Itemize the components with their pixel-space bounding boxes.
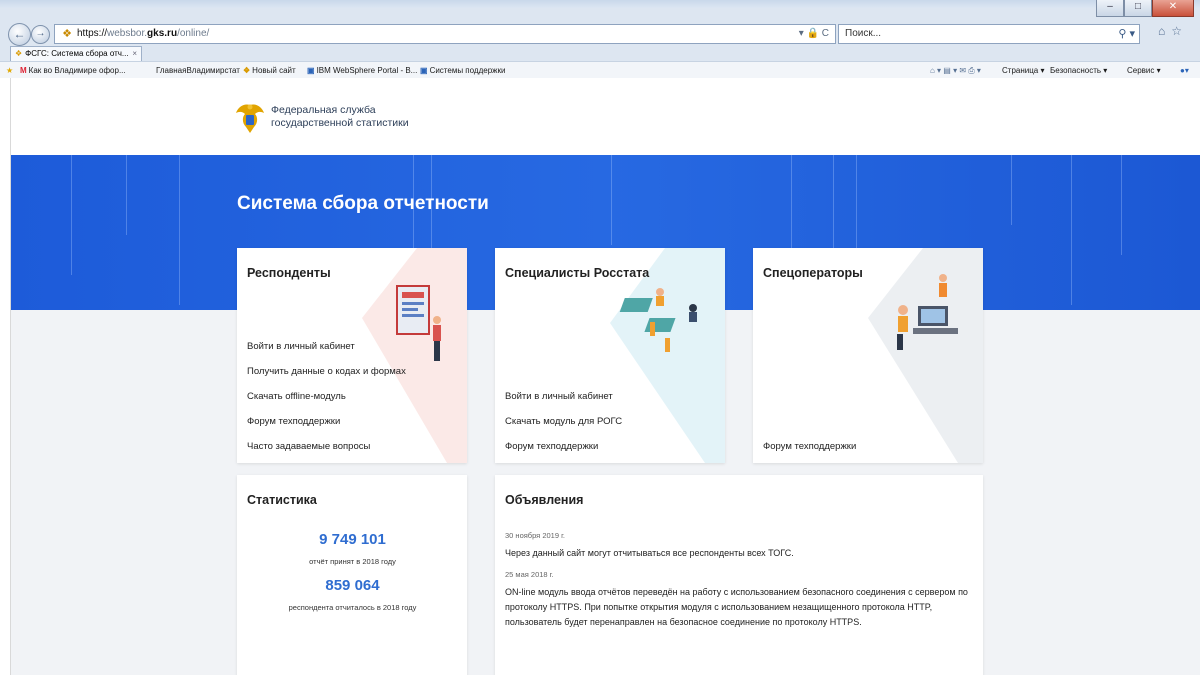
address-controls[interactable]: ▾ 🔒 C — [799, 25, 835, 43]
tab-strip: ❖ ФСГС: Система сбора отч... × — [0, 46, 1200, 61]
card-title: Респонденты — [247, 266, 331, 280]
favorite-label: Как во Владимире офор... — [28, 66, 126, 75]
card-operators: Спецоператоры Форум техподдержки — [753, 248, 983, 463]
hero-decoration — [1011, 155, 1012, 225]
link-codes-forms[interactable]: Получить данные о кодах и формах — [247, 366, 406, 377]
hero-decoration — [611, 155, 612, 245]
card-title: Объявления — [505, 493, 584, 507]
url-scheme: https:// — [77, 28, 108, 39]
hero-decoration — [179, 155, 180, 305]
hero-decoration — [1121, 155, 1122, 255]
card-announcements: Объявления 30 ноября 2019 г. Через данны… — [495, 475, 983, 675]
favorite-item-2[interactable]: ГлавнаяВладимирстат — [156, 62, 240, 79]
org-name-line2: государственной статистики — [271, 117, 409, 129]
maximize-icon[interactable]: □ — [1124, 0, 1152, 17]
minimize-icon[interactable]: – — [1096, 0, 1124, 17]
operators-illustration-icon — [868, 248, 983, 463]
hero-decoration — [71, 155, 72, 275]
tab-label: ФСГС: Система сбора отч... — [25, 49, 129, 58]
navigation-row: ← → ❖ https://websbor.gks.ru/online/ ▾ 🔒… — [0, 22, 1200, 46]
announcement-text: Через данный сайт могут отчитываться все… — [505, 548, 794, 558]
card-title: Спецоператоры — [763, 266, 863, 280]
home-icon[interactable]: ⌂☆ — [1158, 24, 1188, 38]
stat-respondents-caption: респондента отчиталось в 2018 году — [288, 603, 417, 612]
window-left-edge — [0, 78, 11, 675]
address-bar[interactable]: ❖ https://websbor.gks.ru/online/ ▾ 🔒 C — [54, 24, 836, 44]
announcement-text: ON-line модуль ввода отчётов переведён н… — [505, 587, 968, 627]
web-page: Федеральная служба государственной стати… — [11, 78, 1200, 675]
specialists-illustration-icon — [610, 248, 725, 463]
site-header: Федеральная служба государственной стати… — [11, 78, 1200, 155]
org-name-line1: Федеральная служба — [271, 104, 376, 116]
card-title: Статистика — [247, 493, 317, 507]
announcement-date: 30 ноября 2019 г. — [505, 531, 565, 540]
menu-tools[interactable]: Сервис ▾ — [1127, 62, 1161, 79]
window-controls: – □ ✕ — [1096, 0, 1194, 17]
link-login[interactable]: Войти в личный кабинет — [505, 391, 613, 402]
address-url: https://websbor.gks.ru/online/ — [77, 25, 209, 43]
favorite-label: IBM WebSphere Portal - B... — [316, 66, 418, 75]
favorite-item-1[interactable]: M Как во Владимире офор... — [20, 62, 126, 79]
favicon-icon: ❖ — [243, 66, 251, 75]
link-support-forum[interactable]: Форум техподдержки — [247, 416, 340, 427]
page-icon: ▣ — [420, 66, 428, 75]
back-arrow-icon[interactable]: ← — [8, 23, 31, 46]
menu-page[interactable]: Страница ▾ — [1002, 62, 1045, 79]
page-title: Система сбора отчетности — [237, 193, 489, 214]
gmail-icon: M — [20, 66, 27, 75]
link-download-rogs[interactable]: Скачать модуль для РОГС — [505, 416, 622, 427]
link-support-forum[interactable]: Форум техподдержки — [763, 441, 856, 452]
favorite-item-3[interactable]: ❖ Новый сайт — [243, 62, 296, 79]
favorite-label: Новый сайт — [252, 66, 296, 75]
card-statistics: Статистика 9 749 101 отчёт принят в 2018… — [237, 475, 467, 675]
close-icon[interactable]: ✕ — [1152, 0, 1194, 17]
hero-decoration — [1071, 155, 1072, 305]
card-title: Специалисты Росстата — [505, 266, 650, 280]
link-faq[interactable]: Часто задаваемые вопросы — [247, 441, 370, 452]
favorite-item-4[interactable]: ▣ IBM WebSphere Portal - B... — [307, 62, 417, 79]
favorite-item-5[interactable]: ▣ Системы поддержки — [420, 62, 505, 79]
toolbar-icons[interactable]: ⌂ ▾ ▤ ▾ ✉ ⎙ ▾ — [930, 62, 981, 79]
search-placeholder: Поиск... — [845, 28, 882, 39]
respondent-illustration-icon — [362, 248, 467, 463]
link-support-forum[interactable]: Форум техподдержки — [505, 441, 598, 452]
tab-active[interactable]: ❖ ФСГС: Система сбора отч... × — [10, 46, 142, 61]
forward-arrow-icon[interactable]: → — [31, 25, 50, 44]
tab-favicon-icon: ❖ — [15, 49, 23, 58]
link-download-offline[interactable]: Скачать offline-модуль — [247, 391, 346, 402]
search-input[interactable]: Поиск... ⚲ ▾ — [838, 24, 1140, 44]
title-bar — [0, 0, 1200, 8]
hero-decoration — [126, 155, 127, 235]
favorites-star-icon[interactable]: ★ — [6, 62, 13, 79]
help-icon[interactable]: ●▾ — [1180, 62, 1189, 79]
browser-chrome: – □ ✕ ← → ❖ https://websbor.gks.ru/onlin… — [0, 0, 1200, 80]
url-host: gks.ru — [147, 28, 178, 39]
search-icon[interactable]: ⚲ ▾ — [1118, 25, 1135, 43]
menu-security[interactable]: Безопасность ▾ — [1050, 62, 1107, 79]
card-respondents: Респонденты Войти в личный кабинет Получ… — [237, 248, 467, 463]
rosstat-emblem-icon[interactable] — [234, 101, 266, 137]
favorite-label: Системы поддержки — [429, 66, 506, 75]
card-specialists: Специалисты Росстата Войти в личный каби… — [495, 248, 725, 463]
site-favicon-icon: ❖ — [62, 28, 72, 40]
tab-close-icon[interactable]: × — [132, 47, 137, 61]
organization-name[interactable]: Федеральная служба государственной стати… — [271, 104, 471, 130]
url-path: /online/ — [177, 28, 210, 39]
announcement-date: 25 мая 2018 г. — [505, 570, 554, 579]
stat-reports-value: 9 749 101 — [319, 531, 386, 548]
favorite-label: ГлавнаяВладимирстат — [156, 66, 240, 75]
page-icon: ▣ — [307, 66, 315, 75]
url-subdomain: websbor. — [107, 28, 148, 39]
stat-respondents-value: 859 064 — [325, 577, 380, 594]
stat-reports-caption: отчёт принят в 2018 году — [309, 557, 396, 566]
link-login[interactable]: Войти в личный кабинет — [247, 341, 355, 352]
